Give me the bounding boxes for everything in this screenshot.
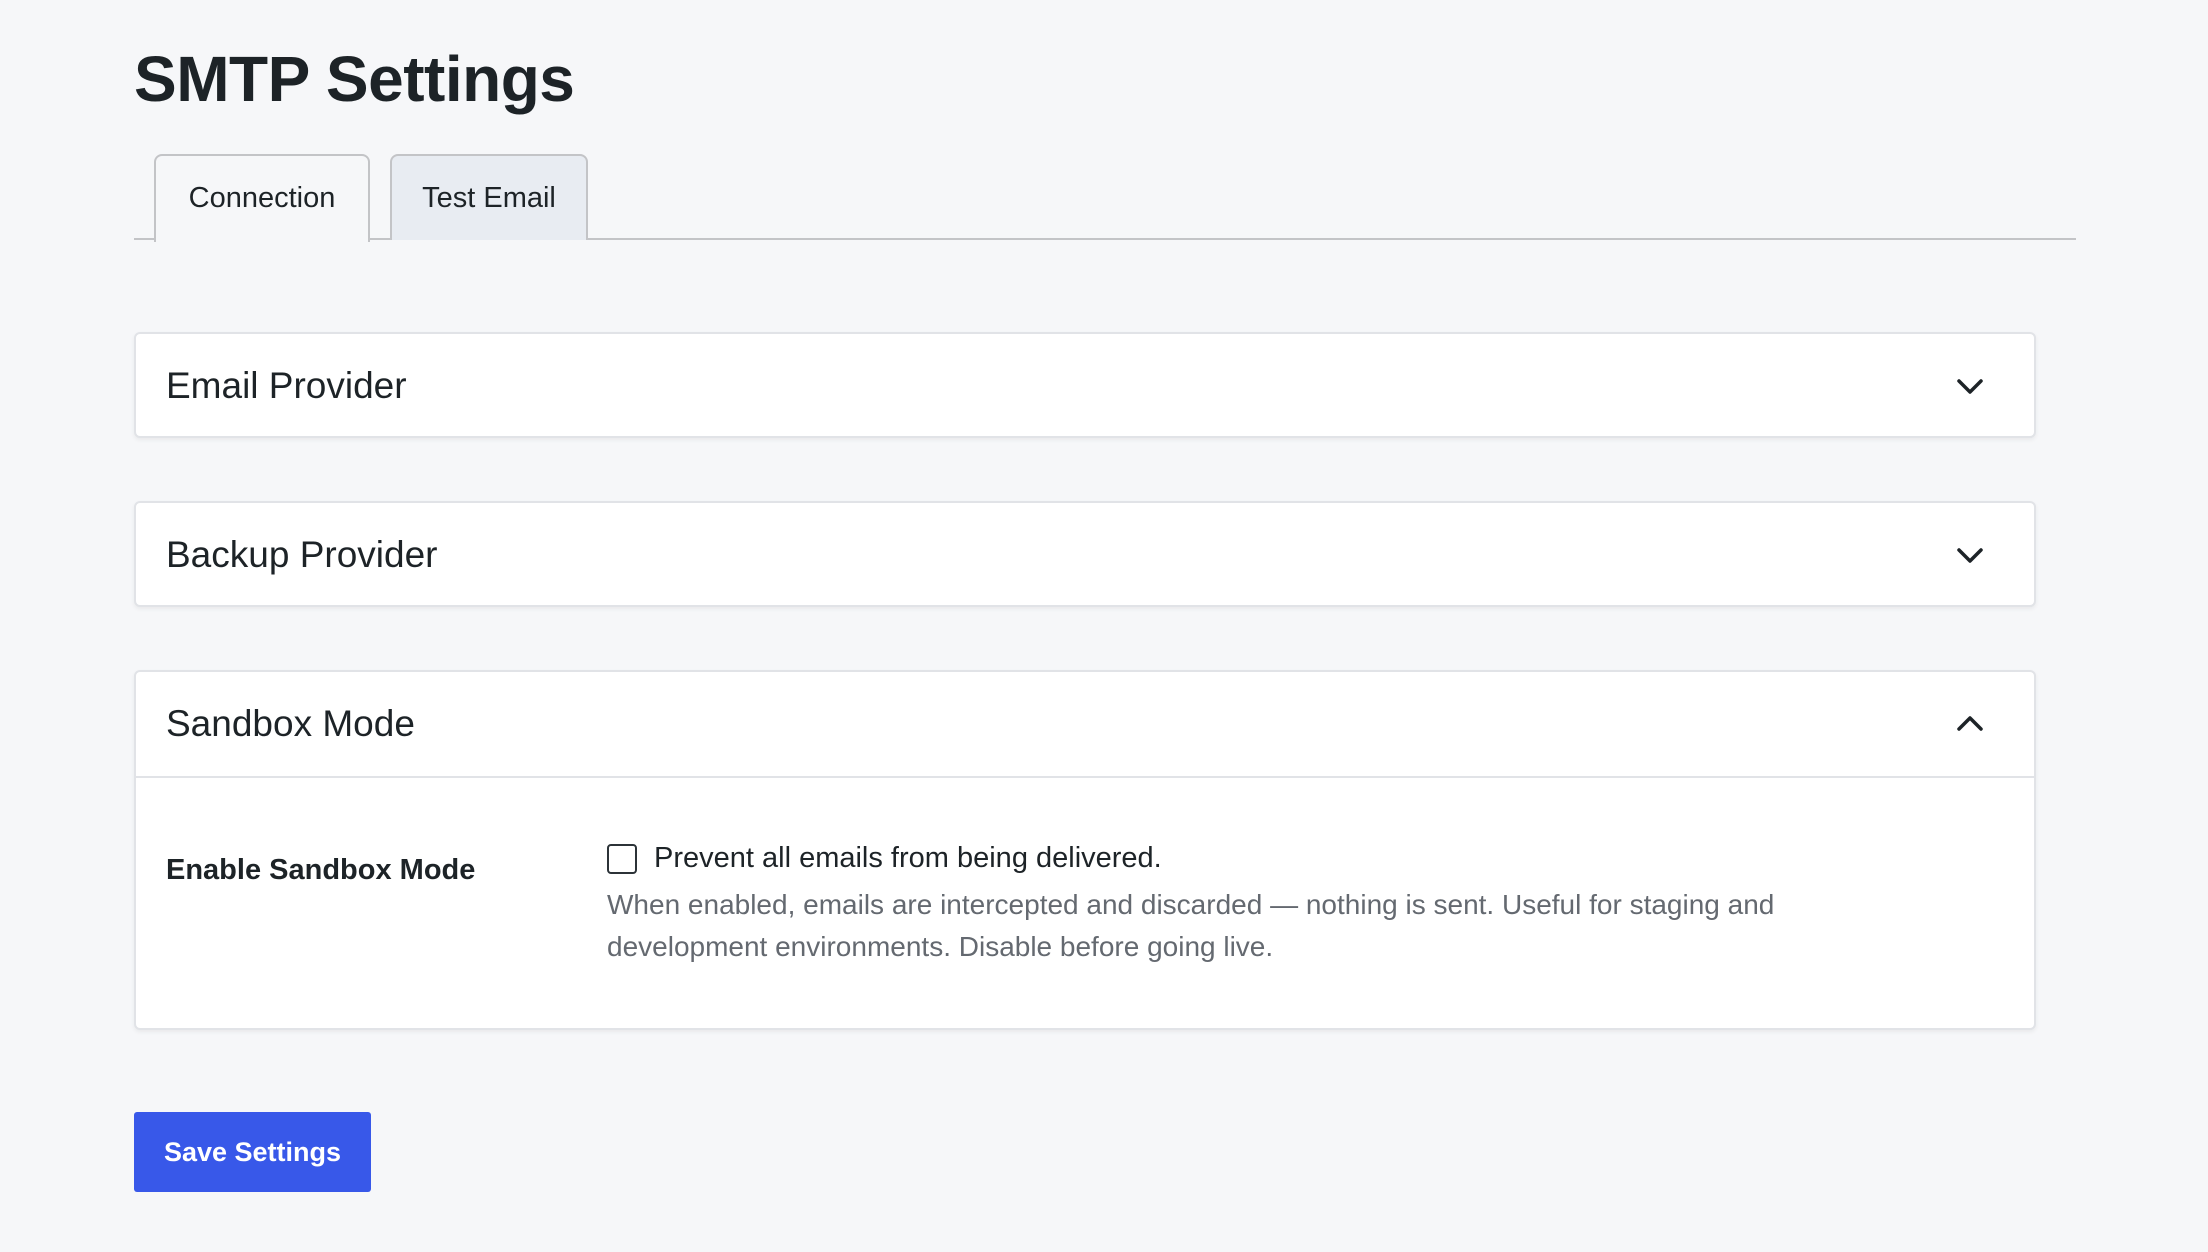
save-settings-button[interactable]: Save Settings: [134, 1112, 371, 1192]
enable-sandbox-checkbox-label[interactable]: Prevent all emails from being delivered.: [654, 840, 1162, 876]
sandbox-field-row: Enable Sandbox Mode Prevent all emails f…: [136, 778, 2034, 1028]
backup-provider-title: Backup Provider: [166, 534, 438, 575]
email-provider-header[interactable]: Email Provider: [136, 334, 2034, 438]
chevron-up-icon: [1957, 716, 1983, 731]
sandbox-description: When enabled, emails are intercepted and…: [607, 889, 1775, 962]
smtp-settings-page: SMTP Settings Connection Test Email Emai…: [0, 0, 2208, 1252]
chevron-down-icon: [1957, 548, 1983, 563]
enable-sandbox-checkbox[interactable]: [607, 844, 637, 874]
backup-provider-header[interactable]: Backup Provider: [136, 503, 2034, 607]
tab-connection[interactable]: Connection: [154, 154, 370, 242]
email-provider-panel: Email Provider: [134, 332, 2036, 438]
page-title: SMTP Settings: [134, 43, 575, 115]
tab-bar: Connection Test Email: [134, 154, 2076, 242]
sandbox-mode-title: Sandbox Mode: [166, 703, 415, 744]
enable-sandbox-label: Enable Sandbox Mode: [166, 854, 476, 886]
backup-provider-panel: Backup Provider: [134, 501, 2036, 607]
tab-test-email[interactable]: Test Email: [390, 154, 588, 240]
chevron-down-icon: [1957, 379, 1983, 394]
email-provider-title: Email Provider: [166, 365, 407, 406]
sandbox-mode-header[interactable]: Sandbox Mode: [136, 672, 2034, 778]
sandbox-mode-panel: Sandbox Mode Enable Sandbox Mode Prevent…: [134, 670, 2036, 1030]
